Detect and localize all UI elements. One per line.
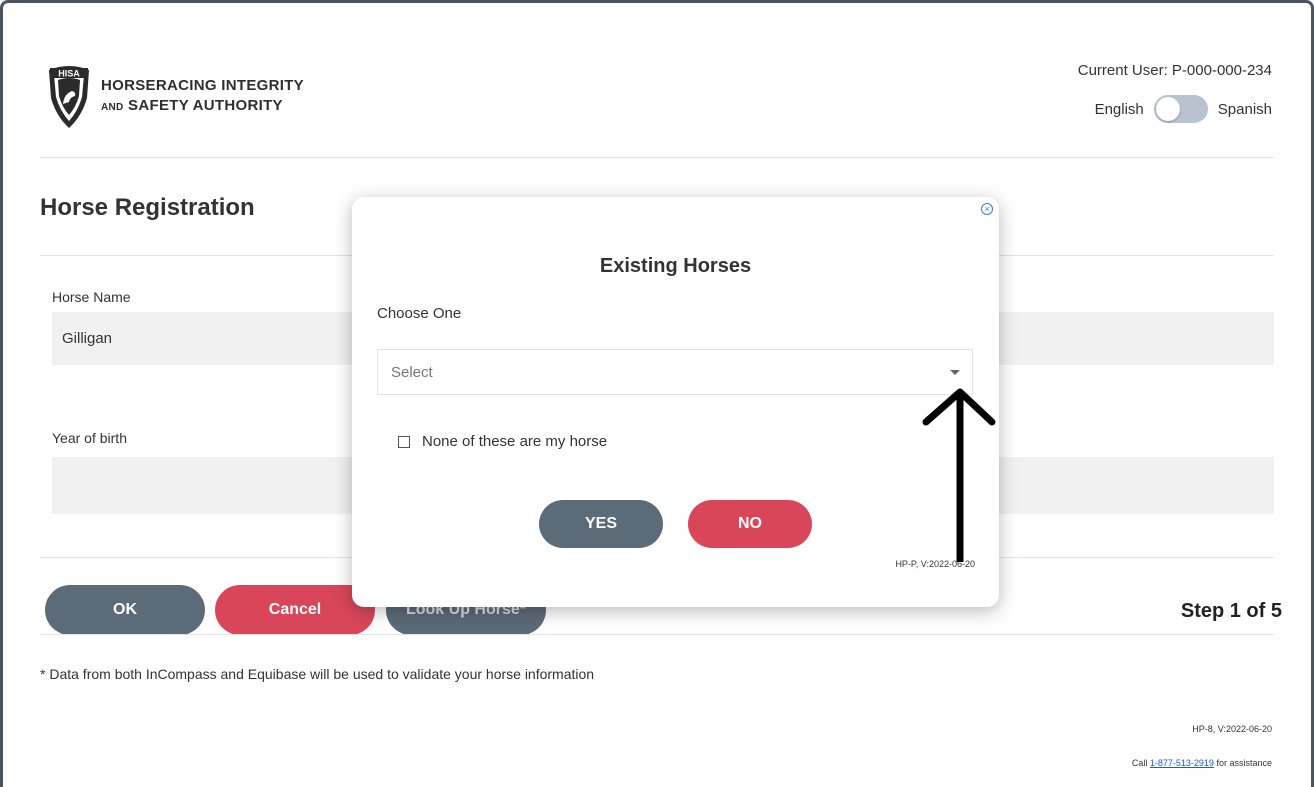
modal-title: Existing Horses xyxy=(599,255,752,277)
brand-line1: HORSERACING INTEGRITY xyxy=(101,77,304,94)
none-of-these-label: None of these are my horse xyxy=(422,433,608,450)
lang-spanish-label: Spanish xyxy=(1217,100,1272,118)
no-button[interactable]: NO xyxy=(688,500,812,548)
existing-horses-modal: × Existing Horses Choose One Select None… xyxy=(352,197,999,607)
language-toggle[interactable] xyxy=(1153,95,1208,123)
language-switch: English Spanish xyxy=(1078,95,1272,123)
select-placeholder: Select xyxy=(391,363,433,381)
choose-one-label: Choose One xyxy=(377,305,462,322)
phone-link[interactable]: 1-877-513-2919 xyxy=(1150,758,1214,768)
toggle-knob xyxy=(1155,97,1180,121)
brand-line2-text: SAFETY AUTHORITY xyxy=(128,97,283,114)
yes-button[interactable]: YES xyxy=(539,500,663,548)
call-prefix: Call xyxy=(1131,758,1148,768)
page-version: HP-8, V:2022-06-20 xyxy=(1192,724,1272,734)
horse-name-label: Horse Name xyxy=(52,289,131,305)
assistance-line: Call 1-877-513-2919 for assistance xyxy=(1132,758,1272,768)
brand-and: AND xyxy=(101,102,124,113)
none-of-these-row[interactable]: None of these are my horse xyxy=(398,433,607,450)
lang-english-label: English xyxy=(1094,100,1144,118)
shield-text: HISA xyxy=(58,69,80,79)
current-user: Current User: P-000-000-234 xyxy=(1077,62,1272,79)
cancel-button[interactable]: Cancel xyxy=(215,585,375,635)
ok-button[interactable]: OK xyxy=(45,585,205,635)
brand-line2: AND SAFETY AUTHORITY xyxy=(101,96,304,118)
close-icon[interactable]: × xyxy=(981,203,993,215)
brand-name: HORSERACING INTEGRITY AND SAFETY AUTHORI… xyxy=(101,76,304,118)
call-suffix: for assistance xyxy=(1216,758,1272,768)
horse-select[interactable]: Select xyxy=(377,349,973,395)
none-of-these-checkbox[interactable] xyxy=(398,435,410,448)
caret-down-icon xyxy=(950,370,960,375)
user-area: Current User: P-000-000-234 English Span… xyxy=(1078,62,1272,123)
validation-note: * Data from both InCompass and Equibase … xyxy=(40,666,595,682)
year-of-birth-label: Year of birth xyxy=(52,430,127,446)
header-divider xyxy=(40,157,1274,158)
step-indicator: Step 1 of 5 xyxy=(1180,600,1282,622)
hisa-logo: HISA HORSERACING INTEGRITY AND SAFETY AU… xyxy=(46,64,304,130)
page-title: Horse Registration xyxy=(40,194,255,221)
hisa-shield-icon: HISA xyxy=(49,66,89,128)
arrow-up-annotation-icon xyxy=(922,388,996,562)
footer-divider xyxy=(40,634,1274,635)
